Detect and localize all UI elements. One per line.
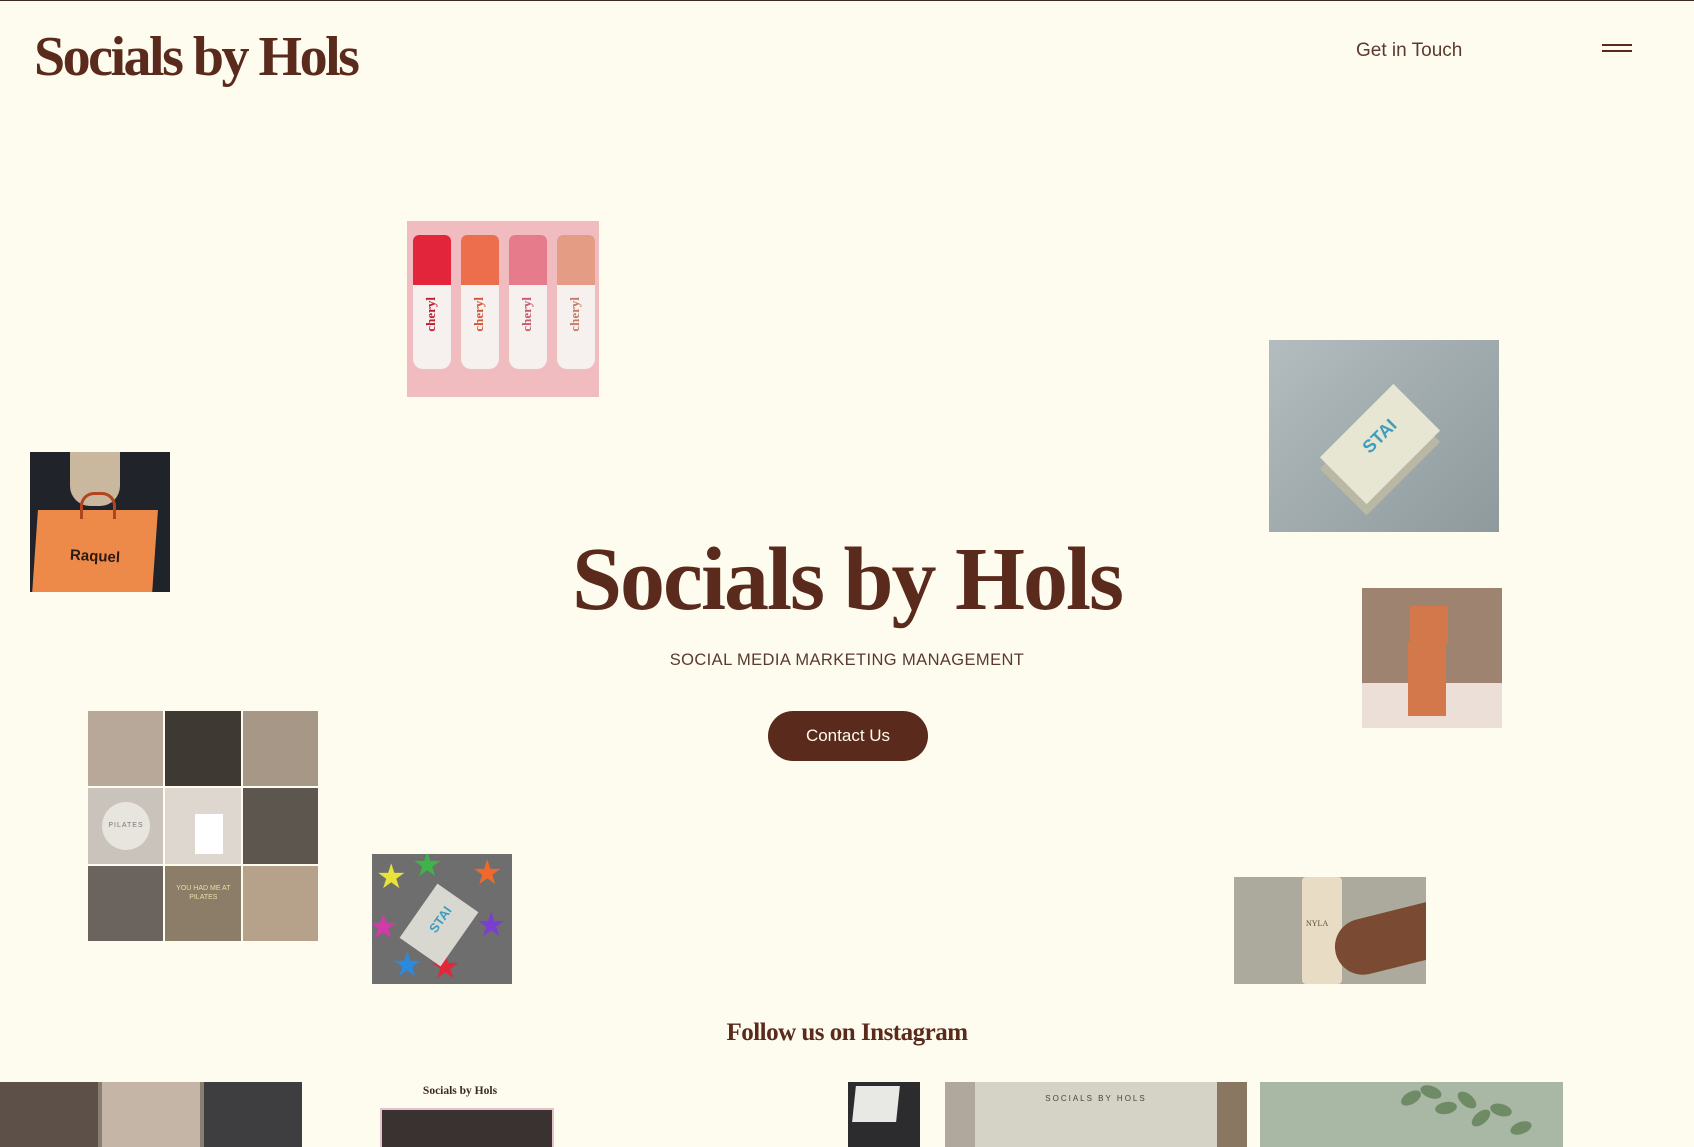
tube-1-cap <box>413 235 451 285</box>
neon-sign-text: YOU HAD ME AT PILATES <box>176 884 231 901</box>
instagram-heading[interactable]: Follow us on Instagram <box>0 1016 1694 1050</box>
leaf-shape <box>1434 1100 1458 1116</box>
hand-shape <box>1329 897 1426 981</box>
post-image-part <box>945 1082 975 1147</box>
star-shape: ★ <box>412 854 443 884</box>
tube-1: cheryl <box>413 235 451 369</box>
grid-cell <box>165 788 241 864</box>
instagram-post-2[interactable]: Socials by Hols <box>376 1082 554 1147</box>
hamburger-menu-icon[interactable] <box>1602 44 1632 56</box>
tube-shape <box>1302 877 1342 984</box>
star-shape: ★ <box>392 946 423 984</box>
post-image-part <box>0 1082 98 1147</box>
leaf-shape <box>1508 1118 1534 1138</box>
top-border <box>0 0 1694 1</box>
post-image-part <box>204 1082 302 1147</box>
grid-cell: YOU HAD ME AT PILATES <box>165 865 241 941</box>
grid-cell <box>165 711 241 787</box>
post-image-part <box>102 1082 200 1147</box>
hand-tube-image: NYLA <box>1234 877 1426 984</box>
tube-1-label: cheryl <box>423 297 438 332</box>
card-shape <box>195 814 224 855</box>
leaf-shape <box>1488 1101 1514 1119</box>
pilates-plate: PILATES <box>102 802 150 851</box>
grid-cell <box>242 788 318 864</box>
star-shape: ★ <box>476 906 507 944</box>
grid-cell <box>88 711 164 787</box>
cube-bottom <box>1408 678 1446 716</box>
bag-label: Raquel <box>69 546 121 567</box>
tube-3-cap <box>509 235 547 285</box>
tube-4: cheryl <box>557 235 595 369</box>
grid-cell <box>242 865 318 941</box>
tube-3: cheryl <box>509 235 547 369</box>
laptop-screen-shape <box>852 1086 900 1122</box>
star-shape: ★ <box>376 858 407 896</box>
instagram-post-1[interactable] <box>0 1082 302 1147</box>
post-title: SOCIALS BY HOLS <box>1045 1094 1147 1103</box>
bag-handle-shape <box>80 492 116 519</box>
cube-top <box>1410 606 1448 644</box>
tube-2-label: cheryl <box>471 297 486 332</box>
leaf-shape <box>1418 1082 1444 1102</box>
site-logo[interactable]: Socials by Hols <box>34 22 360 92</box>
star-shape: ★ <box>372 908 399 946</box>
tube-3-label: cheryl <box>519 297 534 332</box>
star-shape: ★ <box>472 854 503 892</box>
post-image-part <box>380 1108 554 1147</box>
star-box-image: ★ ★ ★ ★ ★ ★ ★ STAI <box>372 854 512 984</box>
product-box-image: STAI <box>1269 340 1499 532</box>
post-image-part <box>1217 1082 1247 1147</box>
grid-cell: PILATES <box>88 788 164 864</box>
orange-bag-image: Raquel <box>30 452 170 592</box>
tube-brand: NYLA <box>1306 919 1329 928</box>
instagram-post-4[interactable]: SOCIALS BY HOLS <box>945 1082 1247 1147</box>
cube-middle <box>1408 642 1446 680</box>
grid-cell <box>242 711 318 787</box>
tube-2-cap <box>461 235 499 285</box>
instagram-post-3[interactable] <box>848 1082 920 1147</box>
instagram-post-5[interactable] <box>1260 1082 1563 1147</box>
tube-2: cheryl <box>461 235 499 369</box>
leaf-shape <box>1454 1088 1480 1112</box>
contact-us-button[interactable]: Contact Us <box>768 711 928 761</box>
post-title: Socials by Hols <box>422 1085 498 1097</box>
get-in-touch-link[interactable]: Get in Touch <box>1356 38 1462 64</box>
lipstick-tubes-image: cheryl cheryl cheryl cheryl <box>407 221 599 397</box>
tube-4-cap <box>557 235 595 285</box>
stacked-cubes-image <box>1362 588 1502 728</box>
grid-cell <box>88 865 164 941</box>
tube-4-label: cheryl <box>567 297 582 332</box>
pilates-grid-image: PILATES YOU HAD ME AT PILATES <box>88 711 318 941</box>
